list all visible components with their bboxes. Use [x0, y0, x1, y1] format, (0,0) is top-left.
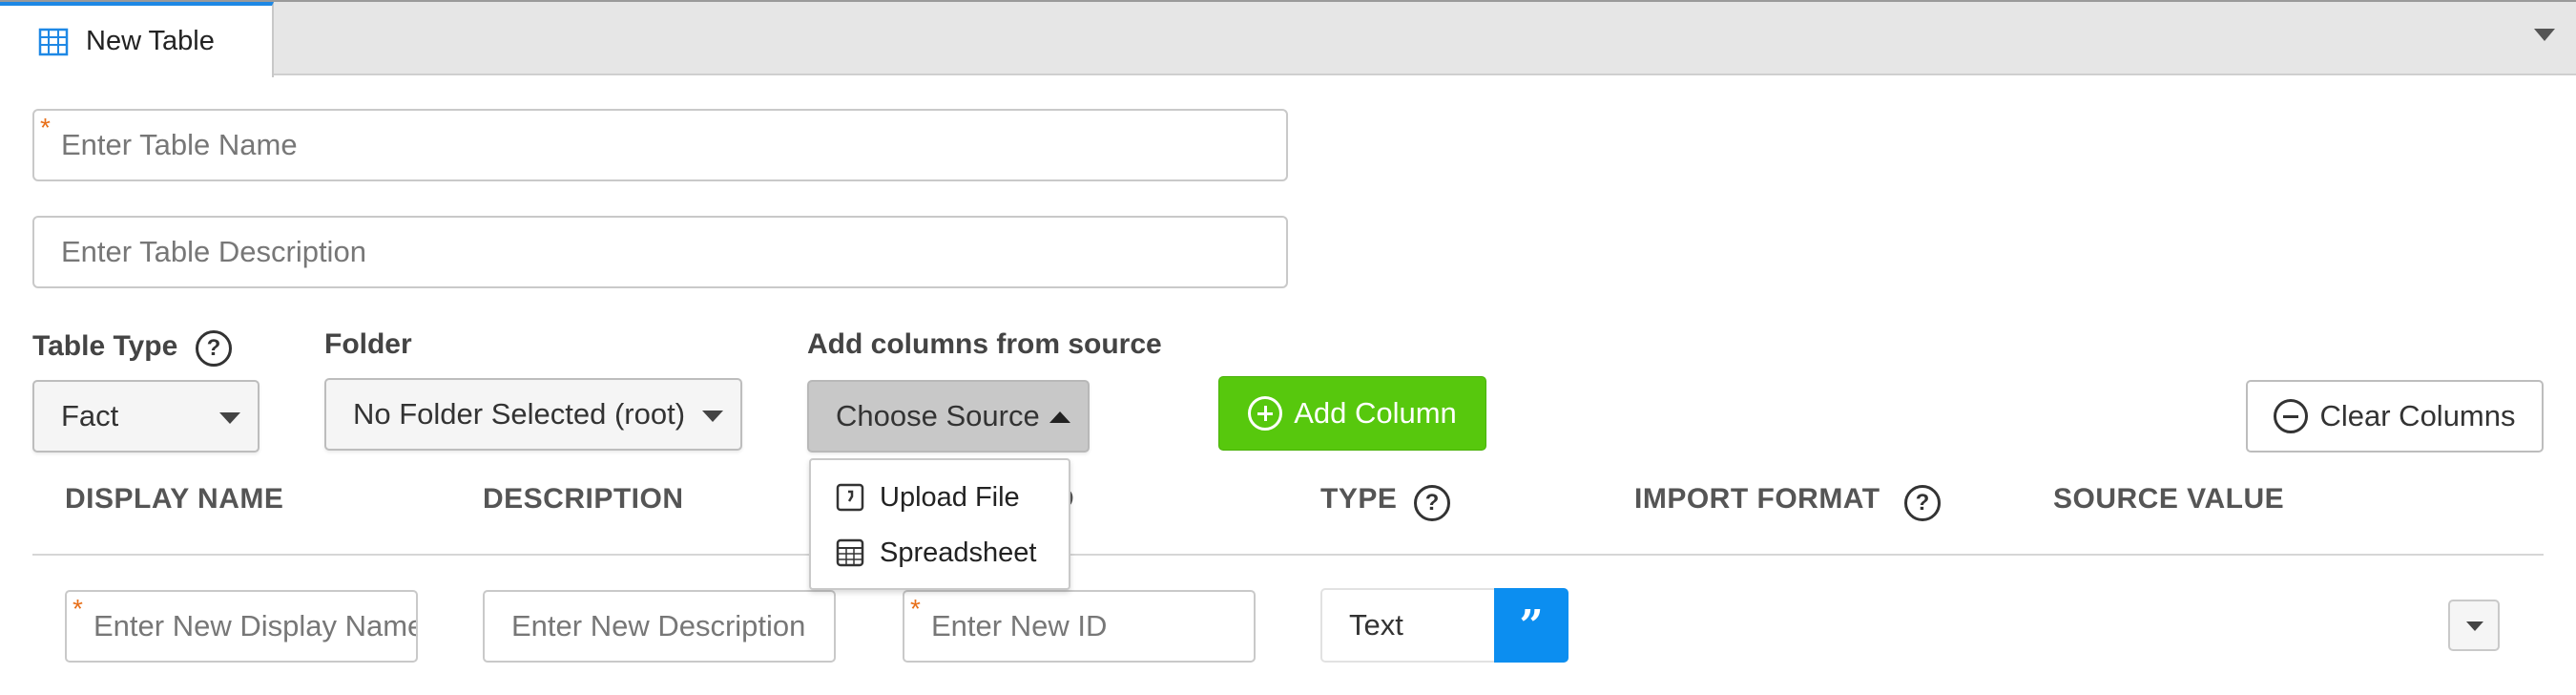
required-indicator: * [40, 113, 51, 142]
chevron-down-icon [219, 412, 240, 424]
choose-source-label: Choose Source [836, 399, 1040, 432]
folder-label: Folder [324, 328, 412, 360]
table-description-input[interactable]: Enter Table Description [32, 216, 1288, 288]
menu-item-spreadsheet[interactable]: Spreadsheet [811, 525, 1069, 580]
menu-item-label: Spreadsheet [880, 537, 1037, 568]
add-column-button[interactable]: Add Column [1218, 376, 1486, 451]
clear-columns-label: Clear Columns [2319, 399, 2516, 432]
table-type-help-icon[interactable]: ? [196, 330, 232, 367]
menu-item-upload-file[interactable]: Upload File [811, 470, 1069, 525]
tab-label: New Table [86, 26, 215, 56]
choose-source-button[interactable]: Choose Source [807, 380, 1090, 453]
display-name-input[interactable]: Enter New Display Name [65, 590, 418, 663]
table-name-placeholder: Enter Table Name [61, 128, 298, 161]
quote-icon: ” [1519, 600, 1544, 650]
clear-columns-button[interactable]: Clear Columns [2246, 380, 2544, 453]
column-id-placeholder: Enter New ID [931, 609, 1108, 642]
folder-value: No Folder Selected (root) [353, 397, 686, 431]
chevron-down-icon [702, 411, 723, 422]
tab-overflow-chevron-icon[interactable] [2534, 29, 2555, 41]
column-type-value: Text [1349, 608, 1403, 642]
type-help-icon[interactable]: ? [1414, 485, 1450, 521]
table-icon [38, 28, 69, 55]
header-divider [32, 554, 2544, 556]
column-description-input[interactable]: Enter New Description [483, 590, 836, 663]
display-name-placeholder: Enter New Display Name [93, 609, 418, 642]
column-header-import-format: IMPORT FORMAT [1634, 483, 1880, 515]
table-type-label: Table Type [32, 330, 178, 362]
folder-select[interactable]: No Folder Selected (root) [324, 378, 742, 451]
table-description-placeholder: Enter Table Description [61, 235, 366, 268]
column-description-placeholder: Enter New Description [511, 609, 806, 642]
chevron-up-icon [1049, 411, 1070, 423]
tab-bar: New Table [0, 0, 2576, 77]
column-header-source-value: SOURCE VALUE [2053, 483, 2285, 515]
table-type-value: Fact [61, 399, 119, 432]
required-indicator: * [73, 594, 83, 623]
menu-item-label: Upload File [880, 481, 1020, 513]
column-header-type: TYPE [1320, 483, 1398, 515]
add-column-label: Add Column [1294, 396, 1457, 430]
column-header-description: DESCRIPTION [483, 483, 684, 515]
add-circle-icon [1248, 396, 1283, 431]
spreadsheet-icon [836, 538, 864, 567]
table-name-input[interactable]: Enter Table Name [32, 109, 1288, 181]
column-header-display-name: DISPLAY NAME [65, 483, 284, 515]
required-indicator: * [910, 594, 921, 623]
source-menu: Upload File Spreadsheet [809, 458, 1070, 590]
import-format-help-icon[interactable]: ? [1904, 485, 1941, 521]
quote-format-button[interactable]: ” [1494, 588, 1568, 663]
row-options-dropdown[interactable] [2448, 600, 2500, 651]
table-type-select[interactable]: Fact [32, 380, 260, 453]
remove-circle-icon [2274, 399, 2309, 433]
upload-file-icon [836, 483, 864, 512]
tab-new-table[interactable]: New Table [0, 2, 274, 77]
column-id-input[interactable]: Enter New ID [903, 590, 1256, 663]
source-label: Add columns from source [807, 328, 1162, 360]
